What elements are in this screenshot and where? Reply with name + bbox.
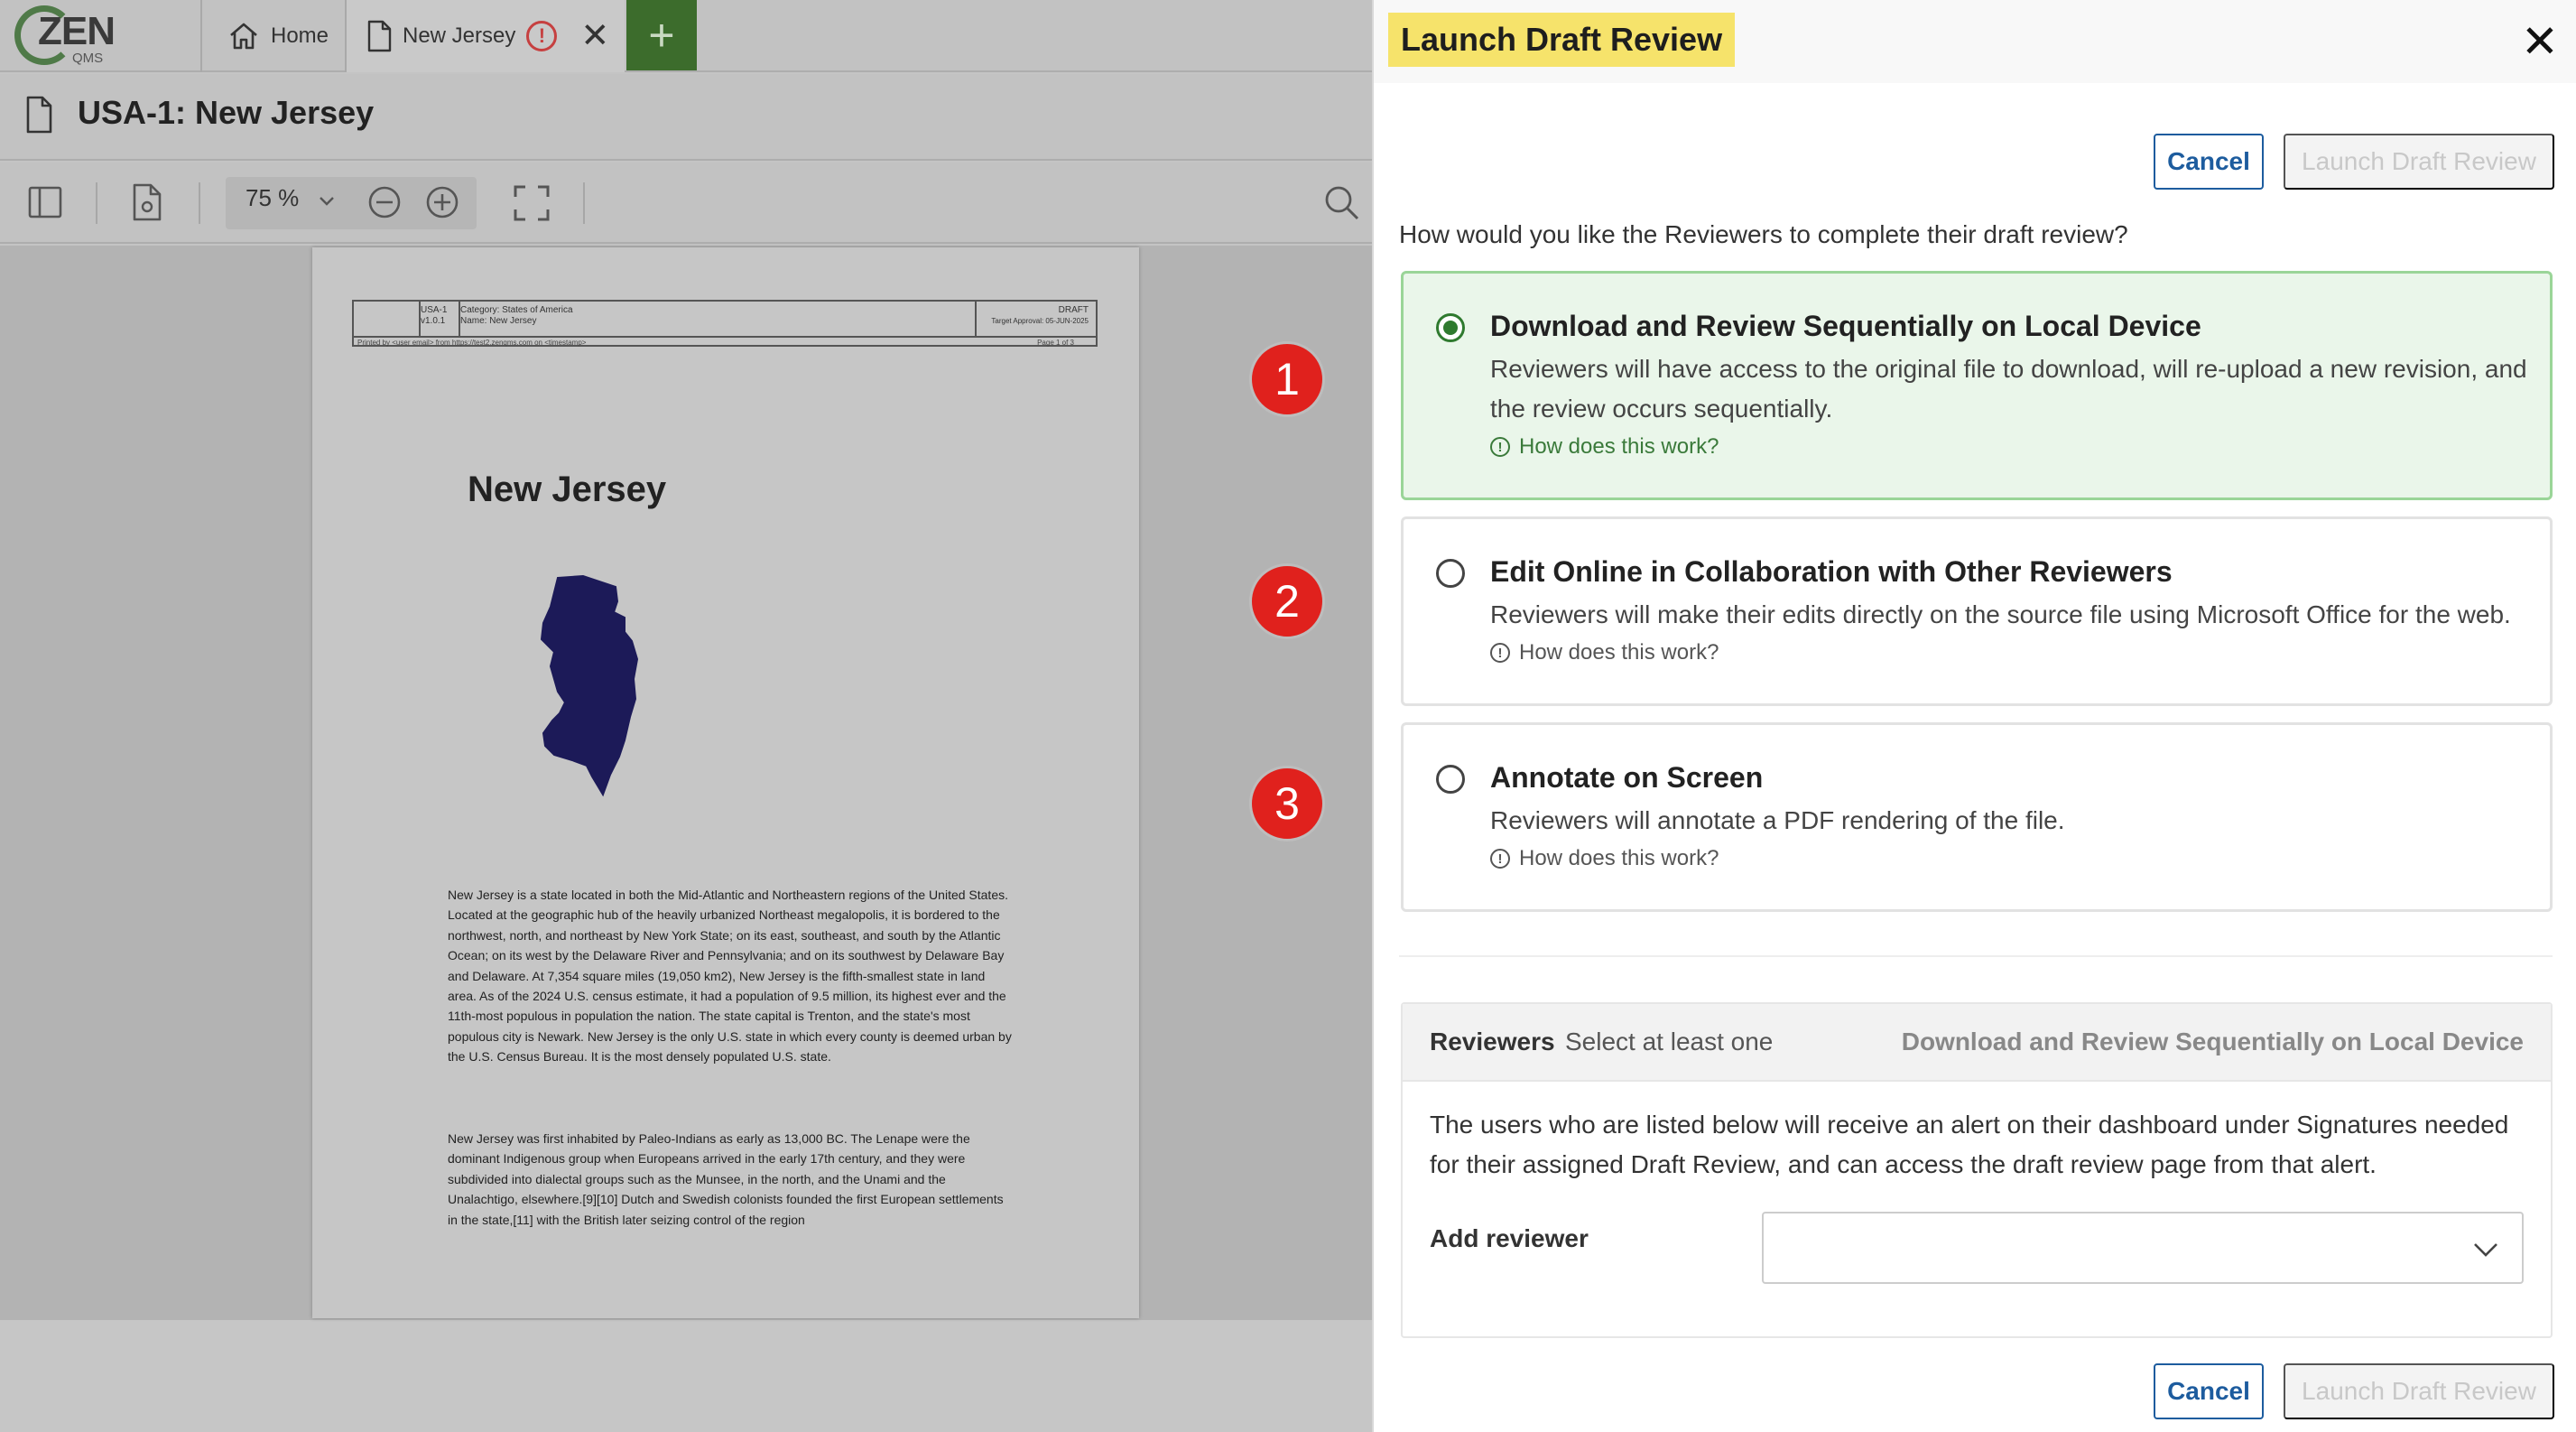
top-tab-bar: ZEN QMS Home New Jersey ! ✕ + bbox=[0, 0, 1372, 72]
document-heading: New Jersey bbox=[468, 470, 667, 509]
tab-home[interactable]: Home bbox=[227, 0, 329, 72]
viewer-toolbar: 75 % bbox=[0, 163, 1372, 244]
app-background: ZEN QMS Home New Jersey ! ✕ + USA-1: New… bbox=[0, 0, 1372, 1432]
info-icon: ! bbox=[1490, 643, 1510, 663]
document-page: USA-1 v1.0.1 Category: States of America… bbox=[312, 247, 1139, 1318]
header-draft-status: DRAFT bbox=[1058, 305, 1089, 315]
how-link-label: How does this work? bbox=[1519, 846, 1719, 870]
header-doc-number: USA-1 bbox=[421, 305, 448, 315]
document-paragraph: New Jersey was first inhabited by Paleo-… bbox=[448, 1131, 1004, 1227]
how-does-this-work-link[interactable]: ! How does this work? bbox=[1490, 434, 1719, 460]
step-badge-1: 1 bbox=[1249, 341, 1325, 417]
tab-home-label: Home bbox=[271, 23, 329, 48]
zenqms-logo[interactable]: ZEN QMS bbox=[9, 4, 199, 69]
option-description: Reviewers will have access to the origin… bbox=[1490, 355, 2527, 423]
reviewers-hint: Select at least one bbox=[1565, 1028, 1774, 1055]
toolbar-divider bbox=[583, 182, 585, 224]
header-page-number: Page 1 of 3 bbox=[1037, 339, 1074, 347]
launch-draft-review-drawer: Launch Draft Review ✕ Cancel Launch Draf… bbox=[1372, 0, 2576, 1432]
step-badge-3: 3 bbox=[1249, 766, 1325, 842]
review-method-question: How would you like the Reviewers to comp… bbox=[1399, 220, 2128, 248]
cancel-button-top[interactable]: Cancel bbox=[2154, 134, 2264, 190]
page-settings-icon[interactable] bbox=[132, 182, 162, 222]
launch-draft-review-button-top[interactable]: Launch Draft Review bbox=[2284, 134, 2554, 190]
add-reviewer-label: Add reviewer bbox=[1430, 1224, 1589, 1252]
option-title: Annotate on Screen bbox=[1490, 761, 1764, 794]
logo-subtext: QMS bbox=[72, 51, 104, 66]
header-details: Category: States of America Name: New Je… bbox=[460, 305, 573, 327]
add-reviewer-select[interactable] bbox=[1762, 1212, 2524, 1284]
close-icon[interactable]: ✕ bbox=[2515, 16, 2565, 67]
header-category: Category: States of America bbox=[460, 305, 573, 315]
reviewers-card-header: Reviewers Select at least one Download a… bbox=[1403, 1004, 2551, 1082]
zoom-value: 75 % bbox=[246, 184, 300, 211]
option-title: Download and Review Sequentially on Loca… bbox=[1490, 310, 2201, 342]
search-icon[interactable] bbox=[1323, 184, 1361, 222]
drawer-header: Launch Draft Review ✕ bbox=[1374, 0, 2576, 83]
canvas-footer bbox=[0, 1320, 1372, 1432]
document-icon bbox=[26, 96, 52, 134]
how-does-this-work-link[interactable]: ! How does this work? bbox=[1490, 846, 1719, 871]
sidebar-toggle-icon[interactable] bbox=[27, 184, 63, 220]
step-badge-2: 2 bbox=[1249, 563, 1325, 639]
document-icon bbox=[367, 20, 392, 52]
option-description: Reviewers will make their edits directly… bbox=[1490, 600, 2511, 628]
radio-edit-online[interactable] bbox=[1436, 559, 1465, 588]
option-description: Reviewers will annotate a PDF rendering … bbox=[1490, 806, 2065, 834]
fullscreen-icon[interactable] bbox=[513, 184, 551, 222]
zoom-in-icon[interactable] bbox=[424, 184, 460, 220]
chevron-down-icon bbox=[2474, 1243, 2497, 1257]
section-divider bbox=[1399, 955, 2553, 957]
header-print-row: Printed by <user email> from https://tes… bbox=[354, 336, 1096, 348]
add-tab-button[interactable]: + bbox=[626, 0, 697, 70]
how-link-label: How does this work? bbox=[1519, 434, 1719, 459]
radio-annotate-on-screen[interactable] bbox=[1436, 765, 1465, 794]
option-title: Edit Online in Collaboration with Other … bbox=[1490, 555, 2173, 588]
reviewers-mode: Download and Review Sequentially on Loca… bbox=[1901, 1028, 2524, 1055]
tab-close-icon[interactable]: ✕ bbox=[580, 19, 609, 53]
chevron-down-icon bbox=[320, 197, 334, 206]
toolbar-divider bbox=[199, 182, 200, 224]
reviewers-card: Reviewers Select at least one Download a… bbox=[1401, 1002, 2553, 1338]
launch-draft-review-button-bottom[interactable]: Launch Draft Review bbox=[2284, 1363, 2554, 1419]
option-download-review[interactable]: Download and Review Sequentially on Loca… bbox=[1401, 271, 2553, 500]
home-icon bbox=[230, 23, 257, 50]
new-jersey-map-image bbox=[540, 574, 639, 797]
cancel-button-bottom[interactable]: Cancel bbox=[2154, 1363, 2264, 1419]
option-edit-online[interactable]: Edit Online in Collaboration with Other … bbox=[1401, 516, 2553, 706]
reviewers-label: Reviewers bbox=[1430, 1028, 1555, 1055]
logo-text: ZEN bbox=[38, 9, 116, 53]
header-doc-id: USA-1 v1.0.1 bbox=[421, 305, 447, 327]
tab-new-jersey[interactable]: New Jersey ! ✕ bbox=[347, 0, 625, 72]
how-link-label: How does this work? bbox=[1519, 640, 1719, 665]
toolbar-divider bbox=[96, 182, 97, 224]
info-icon: ! bbox=[1490, 437, 1510, 457]
header-printed-by: Printed by <user email> from https://tes… bbox=[357, 339, 587, 347]
tab-new-jersey-label: New Jersey bbox=[403, 23, 516, 48]
document-paragraph: New Jersey is a state located in both th… bbox=[448, 888, 1012, 1065]
document-title: USA-1: New Jersey bbox=[78, 94, 375, 131]
option-annotate-on-screen[interactable]: Annotate on Screen Reviewers will annota… bbox=[1401, 722, 2553, 912]
zoom-out-icon[interactable] bbox=[366, 184, 403, 220]
header-version: v1.0.1 bbox=[421, 316, 446, 326]
header-target-approval: Target Approval: 05-JUN-2025 bbox=[991, 317, 1089, 325]
drawer-title: Launch Draft Review bbox=[1388, 13, 1736, 67]
tab-divider bbox=[200, 0, 202, 72]
reviewers-info-text: The users who are listed below will rece… bbox=[1430, 1111, 2509, 1178]
how-does-this-work-link[interactable]: ! How does this work? bbox=[1490, 640, 1719, 665]
header-name: Name: New Jersey bbox=[460, 316, 537, 326]
document-header-table: USA-1 v1.0.1 Category: States of America… bbox=[352, 300, 1098, 347]
info-icon: ! bbox=[1490, 849, 1510, 869]
warning-icon: ! bbox=[526, 21, 558, 51]
header-status: DRAFT Target Approval: 05-JUN-2025 bbox=[991, 305, 1089, 327]
radio-download-review[interactable] bbox=[1436, 313, 1465, 342]
header-cell-divider bbox=[975, 302, 977, 336]
